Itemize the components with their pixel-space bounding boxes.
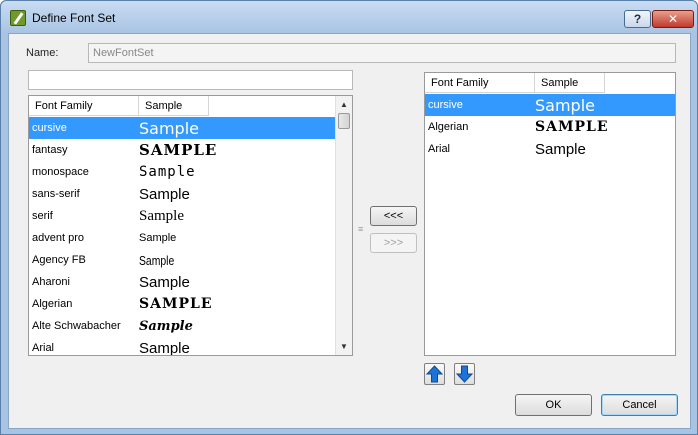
list-item[interactable]: Algerian SAMPLE (29, 293, 335, 315)
list-header: Font Family Sample (29, 96, 209, 116)
font-sample-cell: Sample (139, 185, 190, 203)
name-label: Name: (26, 47, 59, 59)
font-sample-cell: Sample (139, 207, 184, 224)
column-header-sample[interactable]: Sample (535, 73, 605, 93)
font-sample-cell: Sample (139, 252, 175, 268)
scroll-down-arrow-icon[interactable]: ▼ (336, 338, 352, 355)
font-sample-cell: Sample (139, 273, 190, 291)
font-sample-cell: Sample (139, 318, 193, 334)
font-set-list[interactable]: Font Family Sample cursive Sample Algeri… (424, 72, 676, 356)
list-item[interactable]: Arial Sample (425, 138, 675, 160)
column-header-sample[interactable]: Sample (139, 96, 209, 116)
font-family-cell: fantasy (32, 144, 68, 156)
font-sample-cell: Sample (139, 339, 190, 356)
add-font-button[interactable]: <<< (370, 206, 417, 226)
scroll-up-arrow-icon[interactable]: ▲ (336, 96, 352, 113)
arrow-up-icon (425, 365, 444, 383)
font-family-cell: monospace (32, 166, 89, 178)
name-input[interactable] (88, 43, 676, 63)
ok-button[interactable]: OK (515, 394, 592, 416)
font-family-cell: serif (32, 210, 53, 222)
font-family-cell: advent pro (32, 232, 84, 244)
scroll-thumb[interactable] (338, 113, 350, 129)
list-header: Font Family Sample (425, 73, 605, 93)
move-down-button[interactable] (454, 363, 475, 385)
font-family-cell: cursive (428, 99, 463, 111)
list-item[interactable]: Alte Schwabacher Sample (29, 315, 335, 337)
font-sample-cell: Sample (139, 164, 196, 180)
font-family-cell: Agency FB (32, 254, 86, 266)
font-sample-cell: Sample (139, 232, 177, 244)
font-family-cell: Aharoni (32, 276, 70, 288)
column-header-font-family[interactable]: Font Family (29, 96, 139, 116)
app-icon (10, 10, 26, 26)
font-family-cell: Algerian (428, 121, 469, 133)
available-fonts-list[interactable]: Font Family Sample cursive Sample fantas… (28, 95, 353, 356)
font-sample-cell: Sample (535, 140, 586, 158)
column-header-font-family[interactable]: Font Family (425, 73, 535, 93)
cancel-button[interactable]: Cancel (601, 394, 678, 416)
vertical-scrollbar[interactable]: ▲ ▼ (335, 96, 352, 355)
font-family-cell: Arial (428, 143, 451, 155)
list-item[interactable]: Aharoni Sample (29, 271, 335, 293)
font-sample-cell: SAMPLE (139, 296, 213, 312)
remove-font-button[interactable]: >>> (370, 233, 417, 253)
title-bar[interactable]: Define Font Set ? ✕ (1, 1, 697, 33)
font-sample-cell: SAMPLE (139, 141, 218, 159)
font-sample-cell: SAMPLE (535, 119, 609, 135)
splitter-grip-icon[interactable]: ≡ (358, 224, 363, 234)
arrow-down-icon (455, 365, 474, 383)
dialog-window: Define Font Set ? ✕ Name: Font Family Sa… (0, 0, 698, 435)
font-sample-cell: Sample (139, 118, 199, 138)
list-item[interactable]: cursive Sample (425, 94, 675, 116)
list-item[interactable]: Arial Sample (29, 337, 335, 356)
font-sample-cell: Sample (535, 95, 595, 115)
list-item[interactable]: fantasy SAMPLE (29, 139, 335, 161)
filter-input[interactable] (28, 70, 353, 90)
font-family-cell: Algerian (32, 298, 73, 310)
font-family-cell: Arial (32, 342, 55, 354)
help-button[interactable]: ? (624, 10, 651, 28)
list-item[interactable]: serif Sample (29, 205, 335, 227)
font-family-cell: sans-serif (32, 188, 80, 200)
list-item[interactable]: cursive Sample (29, 117, 335, 139)
list-item[interactable]: monospace Sample (29, 161, 335, 183)
dialog-body: Name: Font Family Sample cursive Sample … (8, 33, 691, 429)
list-item[interactable]: Algerian SAMPLE (425, 116, 675, 138)
font-family-cell: cursive (32, 122, 67, 134)
move-up-button[interactable] (424, 363, 445, 385)
list-item[interactable]: sans-serif Sample (29, 183, 335, 205)
close-button[interactable]: ✕ (652, 10, 694, 28)
list-item[interactable]: Agency FB Sample (29, 249, 335, 271)
list-item[interactable]: advent pro Sample (29, 227, 335, 249)
font-family-cell: Alte Schwabacher (32, 320, 121, 332)
window-title: Define Font Set (32, 11, 116, 25)
